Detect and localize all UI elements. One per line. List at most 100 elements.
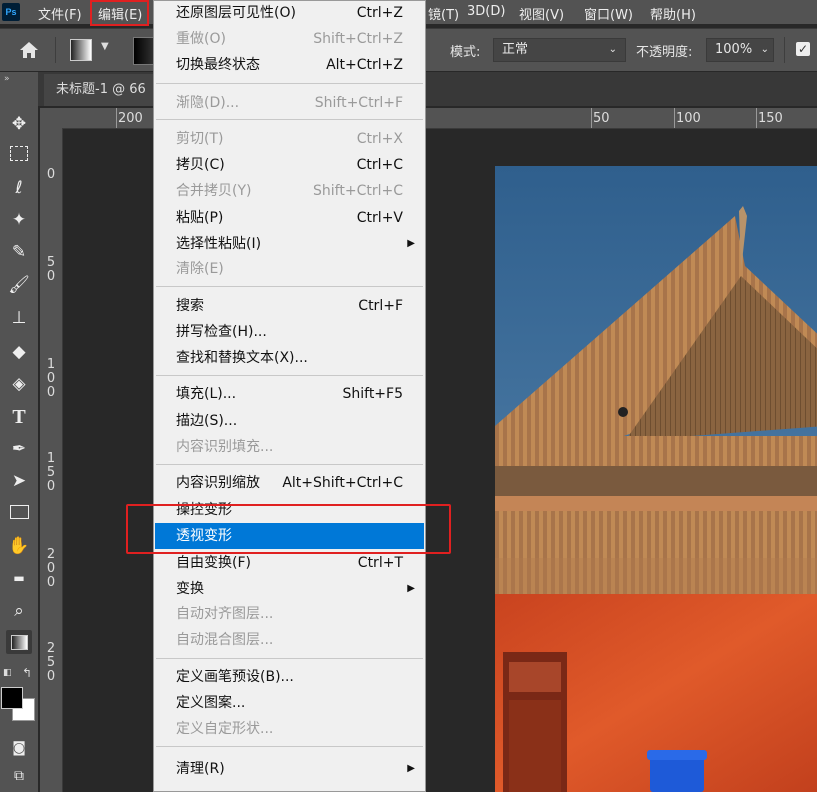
ruler-tick: 1 — [46, 357, 56, 372]
menu-item-define-brush[interactable]: 定义画笔预设(B)... — [176, 666, 419, 688]
opacity-label: 不透明度: — [636, 45, 693, 60]
perspective-warp-highlight-box — [126, 504, 451, 554]
gradient-preview[interactable] — [133, 37, 155, 65]
menu-item-label: 描边(S)... — [176, 413, 238, 429]
menu-type[interactable]: 镜(T) — [428, 4, 459, 23]
menu-item-label: 自动对齐图层... — [176, 606, 274, 622]
menu-item-copy[interactable]: 拷贝(C) Ctrl+C — [176, 154, 419, 176]
menu-item-label: 还原图层可见性(O) — [176, 5, 296, 21]
menu-item-shortcut: Ctrl+C — [356, 157, 403, 173]
menu-item-toggle-last-state[interactable]: 切换最终状态 Alt+Ctrl+Z — [176, 54, 419, 76]
menu-item-fade[interactable]: 渐隐(D)... Shift+Ctrl+F — [176, 92, 419, 114]
menu-item-shortcut: Alt+Shift+Ctrl+C — [282, 475, 403, 491]
menu-item-auto-align[interactable]: 自动对齐图层... — [176, 603, 419, 625]
stamp-tool-icon[interactable]: ⊥ — [6, 306, 32, 330]
menu-separator — [156, 464, 423, 465]
menu-help[interactable]: 帮助(H) — [650, 4, 696, 23]
document-tab[interactable]: 未标题-1 @ 66 — [44, 74, 156, 106]
menu-item-spell-check[interactable]: 拼写检查(H)... — [176, 321, 419, 343]
magic-wand-tool-icon[interactable]: ✦ — [6, 208, 32, 232]
ruler-tick: 150 — [758, 111, 783, 126]
menu-3d[interactable]: 3D(D) — [467, 4, 505, 19]
move-tool-icon[interactable]: ✥ — [6, 112, 32, 136]
menu-item-stroke[interactable]: 描边(S)... — [176, 410, 419, 432]
swap-colors-icon[interactable]: ↰ — [22, 666, 32, 680]
menu-item-label: 定义自定形状... — [176, 721, 274, 737]
menu-item-label: 查找和替换文本(X)... — [176, 350, 308, 366]
menu-item-paste-special[interactable]: 选择性粘贴(I) ▶ — [176, 233, 419, 255]
screen-mode-icon[interactable]: ⧉ — [6, 764, 32, 788]
menu-item-free-transform[interactable]: 自由变换(F) Ctrl+T — [176, 552, 419, 574]
menu-item-purge[interactable]: 清理(R) ▶ — [176, 758, 419, 780]
eyedropper-tool-icon[interactable]: ✎ — [6, 240, 32, 264]
canvas-image[interactable] — [495, 166, 817, 792]
menu-item-label: 剪切(T) — [176, 131, 224, 147]
submenu-arrow-icon: ▶ — [407, 763, 415, 774]
menu-item-label: 粘贴(P) — [176, 210, 224, 226]
menu-item-find-replace[interactable]: 查找和替换文本(X)... — [176, 347, 419, 369]
default-colors-icon[interactable]: ◧ — [3, 668, 12, 678]
checkbox-icon[interactable]: ✓ — [796, 42, 810, 56]
zoom-tool-icon[interactable]: ⌕ — [6, 599, 32, 623]
menu-item-content-aware-fill[interactable]: 内容识别填充... — [176, 436, 419, 458]
menu-separator — [156, 286, 423, 287]
menu-item-shortcut: Shift+F5 — [342, 386, 403, 402]
menu-item-label: 选择性粘贴(I) — [176, 236, 262, 252]
menu-file[interactable]: 文件(F) — [38, 4, 82, 23]
mode-select[interactable]: 正常 ⌄ — [493, 38, 626, 62]
hand-tool-icon[interactable]: ✋ — [6, 534, 32, 558]
menu-item-label: 自由变换(F) — [176, 555, 251, 571]
ruler-tick: 2 — [46, 547, 56, 562]
pen-tool-icon[interactable]: ✒ — [6, 437, 32, 461]
menu-item-label: 定义画笔预设(B)... — [176, 669, 294, 685]
ruler-tick: 0 — [46, 561, 56, 576]
quick-mask-icon[interactable]: ◙ — [6, 736, 32, 760]
menu-item-label: 内容识别缩放 — [176, 475, 260, 491]
mode-value: 正常 — [502, 42, 529, 57]
menu-item-shortcut: Ctrl+F — [358, 298, 403, 314]
gradient-tool-icon[interactable] — [70, 39, 92, 61]
menu-item-clear[interactable]: 清除(E) — [176, 258, 419, 280]
paint-bucket-tool-icon[interactable]: ◈ — [6, 372, 32, 396]
gradient-tool-selected-icon[interactable] — [6, 630, 32, 654]
rectangle-tool-icon[interactable] — [6, 502, 32, 526]
menu-window[interactable]: 窗口(W) — [584, 4, 633, 23]
submenu-arrow-icon: ▶ — [407, 583, 415, 594]
ruler-tick: 0 — [46, 371, 56, 386]
menu-item-define-shape[interactable]: 定义自定形状... — [176, 718, 419, 740]
menu-item-label: 清理(R) — [176, 761, 225, 777]
vertical-ruler: 0 5 0 1 0 0 1 5 0 2 0 0 2 5 0 — [40, 128, 63, 792]
lasso-tool-icon[interactable]: ℓ — [6, 176, 32, 200]
submenu-arrow-icon: ▶ — [407, 238, 415, 249]
collapse-icon[interactable]: » — [4, 74, 10, 84]
menu-item-label: 内容识别填充... — [176, 439, 274, 455]
menu-item-undo[interactable]: 还原图层可见性(O) Ctrl+Z — [176, 2, 419, 24]
brush-tool-icon[interactable]: 🖌 — [6, 273, 32, 297]
foreground-color-swatch[interactable] — [1, 687, 23, 709]
menu-item-paste[interactable]: 粘贴(P) Ctrl+V — [176, 207, 419, 229]
menu-item-content-aware-scale[interactable]: 内容识别缩放 Alt+Shift+Ctrl+C — [176, 472, 419, 494]
menu-item-define-pattern[interactable]: 定义图案... — [176, 692, 419, 714]
eraser-tool-icon[interactable]: ◆ — [6, 340, 32, 364]
opacity-input[interactable]: 100% ⌄ — [706, 38, 774, 62]
menu-item-cut[interactable]: 剪切(T) Ctrl+X — [176, 128, 419, 150]
path-selection-tool-icon[interactable]: ➤ — [6, 469, 32, 493]
ruler-tick: 100 — [676, 111, 701, 126]
menu-item-redo[interactable]: 重做(O) Shift+Ctrl+Z — [176, 28, 419, 50]
ruler-tool-icon[interactable]: ▬ — [6, 566, 32, 590]
type-tool-icon[interactable]: T — [6, 405, 32, 429]
menu-item-copy-merged[interactable]: 合并拷贝(Y) Shift+Ctrl+C — [176, 180, 419, 202]
menu-item-fill[interactable]: 填充(L)... Shift+F5 — [176, 383, 419, 405]
home-icon[interactable] — [17, 38, 41, 62]
menu-item-auto-blend[interactable]: 自动混合图层... — [176, 629, 419, 651]
menu-item-label: 定义图案... — [176, 695, 246, 711]
menu-item-label: 重做(O) — [176, 31, 226, 47]
menu-item-transform[interactable]: 变换 ▶ — [176, 578, 419, 600]
chevron-down-icon[interactable]: ▼ — [101, 41, 109, 52]
menu-item-shortcut: Ctrl+T — [357, 555, 403, 571]
menu-view[interactable]: 视图(V) — [519, 4, 564, 23]
menu-separator — [156, 119, 423, 120]
menu-item-search[interactable]: 搜索 Ctrl+F — [176, 295, 419, 317]
menu-item-shortcut: Shift+Ctrl+F — [314, 95, 403, 111]
marquee-tool-icon[interactable] — [6, 144, 32, 168]
